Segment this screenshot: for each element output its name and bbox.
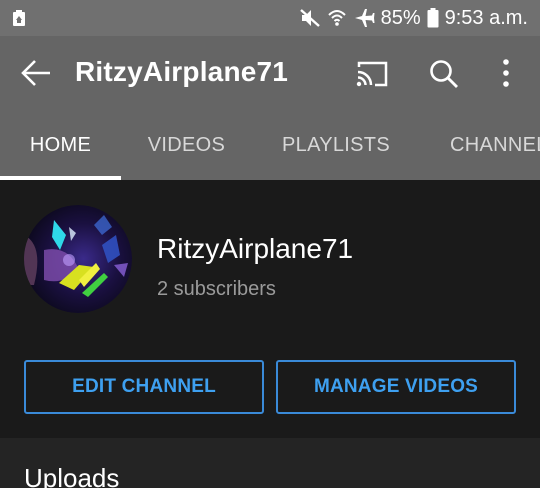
- recycle-notification-icon: [13, 10, 25, 26]
- avatar[interactable]: [24, 205, 132, 313]
- more-vert-icon[interactable]: [496, 57, 516, 89]
- edit-channel-button[interactable]: EDIT CHANNEL: [24, 360, 264, 414]
- app-bar-title: RitzyAirplane71: [75, 56, 289, 87]
- tab-home[interactable]: HOME: [0, 110, 121, 180]
- status-time: 9:53 a.m.: [444, 6, 528, 29]
- battery-percent: 85%: [380, 6, 421, 29]
- airplane-mode-icon: [354, 9, 375, 27]
- uploads-heading: Uploads: [24, 463, 120, 488]
- channel-header: RitzyAirplane71 2 subscribers EDIT CHANN…: [0, 180, 540, 438]
- search-icon[interactable]: [428, 58, 460, 90]
- mute-icon: [299, 9, 320, 27]
- back-arrow-icon[interactable]: [20, 58, 52, 88]
- manage-videos-button[interactable]: MANAGE VIDEOS: [276, 360, 516, 414]
- wifi-icon: [327, 10, 346, 26]
- tab-channels[interactable]: CHANNELS: [420, 110, 540, 180]
- status-right: 85% 9:53 a.m.: [299, 0, 528, 36]
- status-bar: 85% 9:53 a.m.: [0, 0, 540, 36]
- tab-bar: HOME VIDEOS PLAYLISTS CHANNELS: [0, 110, 540, 180]
- tab-playlists[interactable]: PLAYLISTS: [252, 110, 420, 180]
- cast-icon[interactable]: [355, 60, 389, 88]
- subscriber-count: 2 subscribers: [157, 278, 276, 300]
- channel-name: RitzyAirplane71: [157, 233, 354, 264]
- app-bar: RitzyAirplane71: [0, 36, 540, 110]
- tab-videos[interactable]: VIDEOS: [121, 110, 252, 180]
- uploads-section: Uploads: [0, 438, 540, 488]
- battery-icon: [427, 8, 439, 28]
